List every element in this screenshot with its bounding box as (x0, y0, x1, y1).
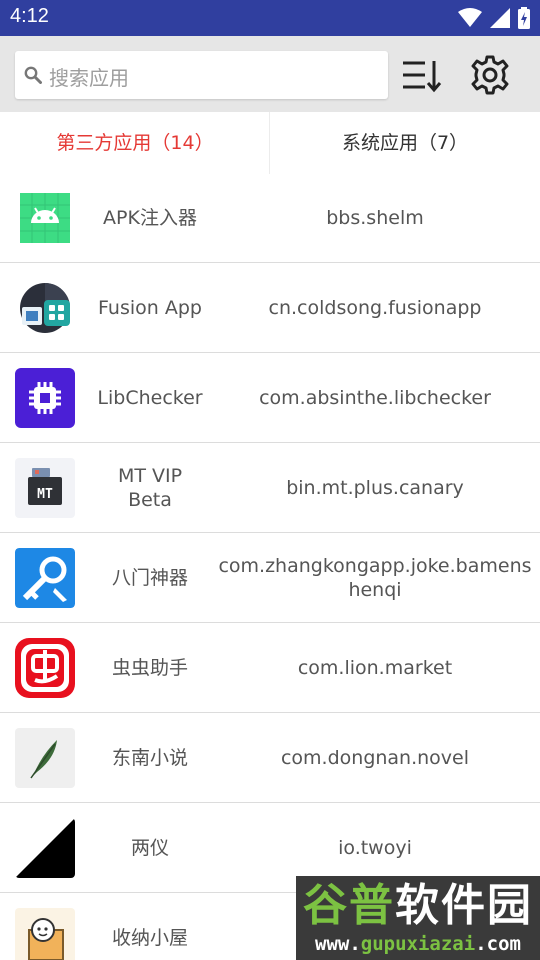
app-package: com.absinthe.libchecker (259, 386, 491, 409)
sort-button[interactable] (400, 54, 442, 96)
search-placeholder: 搜索应用 (49, 66, 129, 90)
tab-system-apps[interactable]: 系统应用（7） (270, 112, 540, 174)
list-item[interactable]: 八门神器 com.zhangkongapp.joke.bamenshenqi (0, 533, 540, 623)
list-item[interactable]: MT MT VIP Beta bin.mt.plus.canary (0, 443, 540, 533)
app-package: com.dongnan.novel (280, 746, 470, 769)
libchecker-chip-icon (15, 368, 75, 428)
app-name: LibChecker (97, 386, 203, 409)
app-name: 收纳小屋 (111, 926, 188, 949)
list-item[interactable]: 虫虫助手 com.lion.market (0, 623, 540, 713)
app-name: 东南小说 (111, 746, 188, 769)
fusion-app-icon (15, 278, 75, 338)
app-type-tabs: 第三方应用（14） 系统应用（7） (0, 112, 540, 174)
wifi-icon (458, 8, 482, 27)
mt-manager-icon: MT (15, 458, 75, 518)
status-time: 4:12 (10, 5, 49, 27)
bamen-key-icon (15, 548, 75, 608)
app-name-text: MT VIP Beta (117, 464, 183, 511)
app-list: APK注入器 bbs.shelm Fusion App cn.coldsong.… (0, 173, 540, 960)
status-bar: 4:12 (0, 0, 540, 36)
app-name: 虫虫助手 (111, 656, 188, 679)
list-item[interactable]: 东南小说 com.dongnan.novel (0, 713, 540, 803)
twoyi-triangle-icon (15, 818, 75, 878)
list-item[interactable]: Fusion App cn.coldsong.fusionapp (0, 263, 540, 353)
app-package: bbs.shelm (326, 206, 424, 229)
system-icons (458, 7, 530, 29)
app-name: 两仪 (130, 836, 169, 859)
chongchong-icon (15, 638, 75, 698)
app-package: com.lion.market (297, 656, 453, 679)
search-input[interactable]: 搜索应用 (15, 51, 388, 99)
app-name: 八门神器 (111, 566, 188, 589)
watermark-logo: 谷普软件园 www.gupuxiazai.com (296, 876, 540, 960)
app-package: com.zhangkongapp.joke.bamenshenqi (218, 554, 532, 601)
signal-icon (490, 8, 510, 28)
app-name: MT VIP Beta (85, 443, 215, 532)
svg-text:MT: MT (37, 487, 53, 502)
watermark-logo-text: 谷普软件园 (303, 880, 533, 931)
tab-third-party-apps[interactable]: 第三方应用（14） (0, 112, 270, 174)
search-icon (24, 66, 42, 84)
app-name: Fusion App (98, 296, 202, 319)
android-icon (15, 188, 75, 248)
sort-icon (403, 61, 442, 93)
settings-gear-icon (471, 55, 509, 95)
app-name: APK注入器 (103, 206, 197, 229)
battery-icon (518, 7, 530, 29)
feather-icon (15, 728, 75, 788)
list-item[interactable]: LibChecker com.absinthe.libchecker (0, 353, 540, 443)
settings-button[interactable] (469, 54, 511, 96)
cartoon-box-icon (15, 908, 75, 960)
watermark-url: www.gupuxiazai.com (315, 933, 521, 955)
app-package: bin.mt.plus.canary (286, 476, 464, 499)
app-package: cn.coldsong.fusionapp (268, 296, 482, 319)
toolbar: 搜索应用 (0, 36, 540, 112)
list-item[interactable]: APK注入器 bbs.shelm (0, 173, 540, 263)
